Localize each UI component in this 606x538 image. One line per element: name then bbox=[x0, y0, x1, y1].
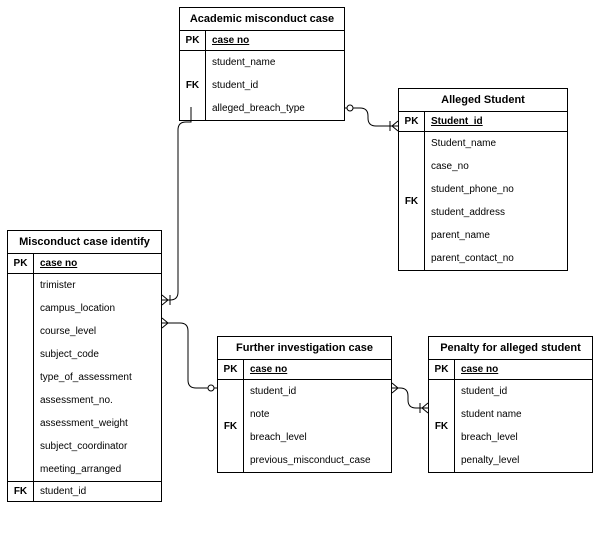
attr: student_id bbox=[34, 482, 161, 501]
entity-title: Misconduct case identify bbox=[8, 231, 161, 254]
attrs-block: trimister campus_location course_level s… bbox=[8, 274, 161, 482]
attr: campus_location bbox=[34, 297, 161, 320]
pk-row: PK Student_id bbox=[399, 112, 567, 132]
fk-marker: FK bbox=[399, 132, 425, 270]
pk-marker: PK bbox=[399, 112, 425, 131]
pk-row: PK case no bbox=[429, 360, 592, 380]
pk-attr: Student_id bbox=[425, 112, 567, 131]
attr: student_id bbox=[206, 74, 344, 97]
attrs-block: FK student_id student name breach_level … bbox=[429, 380, 592, 472]
pk-marker: PK bbox=[218, 360, 244, 379]
attr: meeting_arranged bbox=[34, 458, 161, 481]
attr: case_no bbox=[425, 155, 567, 178]
attr: assessment_no. bbox=[34, 389, 161, 412]
attr: student_phone_no bbox=[425, 178, 567, 201]
attr: student_address bbox=[425, 201, 567, 224]
pk-row: PK case no bbox=[180, 31, 344, 51]
attrs-block: FK student_name student_id alleged_breac… bbox=[180, 51, 344, 120]
entity-title: Alleged Student bbox=[399, 89, 567, 112]
fk-row: FK student_id bbox=[8, 482, 161, 501]
attr: parent_name bbox=[425, 224, 567, 247]
entity-alleged-student: Alleged Student PK Student_id FK Student… bbox=[398, 88, 568, 271]
entity-title: Further investigation case bbox=[218, 337, 391, 360]
pk-attr: case no bbox=[34, 254, 161, 273]
entity-academic-misconduct: Academic misconduct case PK case no FK s… bbox=[179, 7, 345, 121]
attr: subject_code bbox=[34, 343, 161, 366]
fk-marker: FK bbox=[218, 380, 244, 472]
fk-marker: FK bbox=[429, 380, 455, 472]
attr: course_level bbox=[34, 320, 161, 343]
fk-marker: FK bbox=[180, 51, 206, 120]
attr: breach_level bbox=[455, 426, 592, 449]
entity-investigation: Further investigation case PK case no FK… bbox=[217, 336, 392, 473]
attr: Student_name bbox=[425, 132, 567, 155]
attr: trimister bbox=[34, 274, 161, 297]
attr: student_id bbox=[244, 380, 391, 403]
pk-attr: case no bbox=[244, 360, 391, 379]
attr: type_of_assessment bbox=[34, 366, 161, 389]
entity-penalty: Penalty for alleged student PK case no F… bbox=[428, 336, 593, 473]
attr: alleged_breach_type bbox=[206, 97, 344, 120]
attr: subject_coordinator bbox=[34, 435, 161, 458]
entity-misconduct-identify: Misconduct case identify PK case no trim… bbox=[7, 230, 162, 502]
fk-marker: FK bbox=[8, 482, 34, 501]
attr: penalty_level bbox=[455, 449, 592, 472]
attr: parent_contact_no bbox=[425, 247, 567, 270]
pk-marker: PK bbox=[180, 31, 206, 50]
attrs-block: FK Student_name case_no student_phone_no… bbox=[399, 132, 567, 270]
attr: assessment_weight bbox=[34, 412, 161, 435]
pk-marker: PK bbox=[429, 360, 455, 379]
entity-title: Penalty for alleged student bbox=[429, 337, 592, 360]
blank-marker bbox=[8, 274, 34, 481]
pk-row: PK case no bbox=[218, 360, 391, 380]
entity-title: Academic misconduct case bbox=[180, 8, 344, 31]
pk-row: PK case no bbox=[8, 254, 161, 274]
attr: previous_misconduct_case bbox=[244, 449, 391, 472]
attr: student_name bbox=[206, 51, 344, 74]
attrs-block: FK student_id note breach_level previous… bbox=[218, 380, 391, 472]
attr: student name bbox=[455, 403, 592, 426]
pk-attr: case no bbox=[455, 360, 592, 379]
pk-attr: case no bbox=[206, 31, 344, 50]
attr: note bbox=[244, 403, 391, 426]
attr: breach_level bbox=[244, 426, 391, 449]
pk-marker: PK bbox=[8, 254, 34, 273]
attr: student_id bbox=[455, 380, 592, 403]
